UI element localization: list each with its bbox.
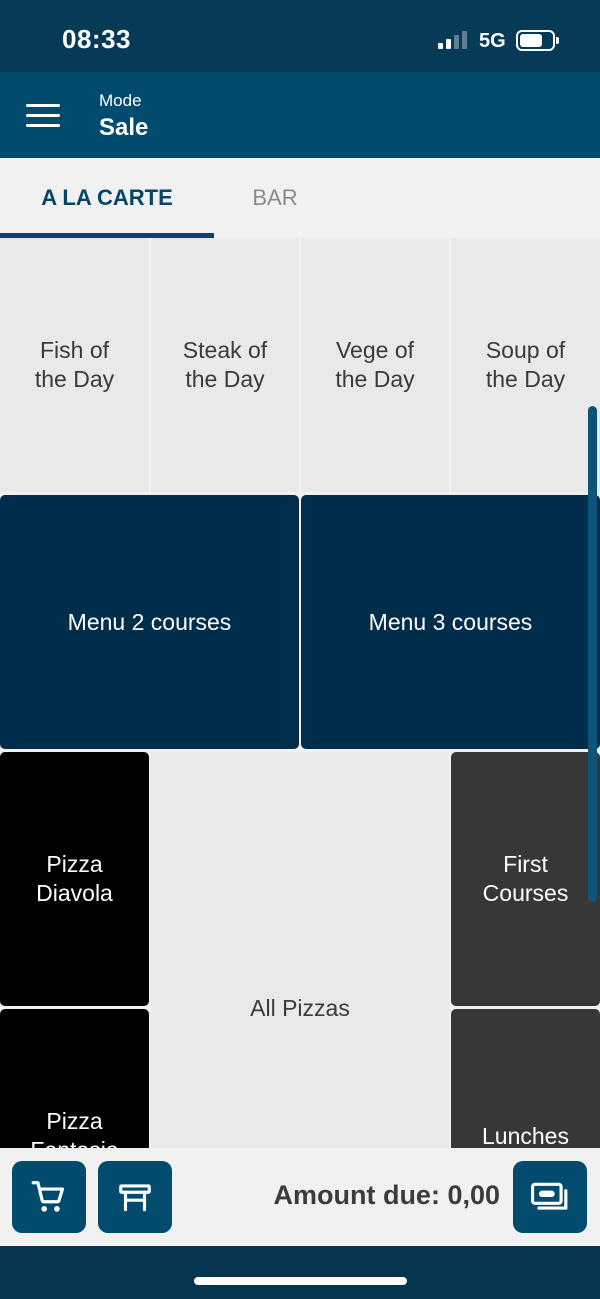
status-bar: 08:33 5G: [0, 0, 600, 72]
signal-icon: [438, 31, 468, 49]
app-header: Mode Sale: [0, 72, 600, 158]
network-type: 5G: [479, 30, 506, 52]
tile-label: Pizza Diavola: [36, 851, 113, 906]
tile-label: Menu 2 courses: [67, 608, 232, 635]
tile-menu-2-courses[interactable]: Menu 2 courses: [0, 495, 299, 749]
hamburger-icon[interactable]: [26, 104, 60, 128]
category-tabs: A LA CARTE BAR: [0, 158, 600, 238]
cart-icon: [31, 1181, 65, 1212]
tile-label: Menu 3 courses: [368, 608, 533, 635]
grid-scrollbar[interactable]: [588, 406, 597, 902]
tile-label: Soup of the Day: [485, 337, 566, 392]
cash-icon: [530, 1182, 568, 1210]
tile-lunches[interactable]: Lunches: [451, 1009, 600, 1148]
tile-menu-3-courses[interactable]: Menu 3 courses: [301, 495, 600, 749]
table-icon: [119, 1184, 151, 1212]
tile-first-courses[interactable]: First Courses: [451, 752, 600, 1006]
tile-label: Pizza Fantasia: [30, 1108, 118, 1148]
tile-pizza-diavola[interactable]: Pizza Diavola: [0, 752, 149, 1006]
tile-vege-of-the-day[interactable]: Vege of the Day: [301, 238, 449, 492]
table-button[interactable]: [98, 1161, 172, 1233]
status-time: 08:33: [62, 24, 131, 54]
amount-due: Amount due: 0,00: [273, 1180, 500, 1210]
battery-icon: [516, 30, 559, 51]
tile-all-pizzas[interactable]: All Pizzas: [151, 752, 449, 1148]
tile-label: Vege of the Day: [335, 337, 415, 392]
tile-label: First Courses: [482, 851, 569, 906]
product-grid: Fish of the Day Steak of the Day Vege of…: [0, 238, 600, 1148]
tile-fish-of-the-day[interactable]: Fish of the Day: [0, 238, 149, 492]
tile-soup-of-the-day[interactable]: Soup of the Day: [451, 238, 600, 492]
cart-button[interactable]: [12, 1161, 86, 1233]
mode-label: Mode: [99, 91, 142, 110]
tile-label: All Pizzas: [250, 994, 350, 1021]
mode-value[interactable]: Sale: [99, 114, 148, 142]
home-area: [0, 1246, 600, 1299]
tile-pizza-fantasia[interactable]: Pizza Fantasia: [0, 1009, 149, 1148]
tab-a-la-carte[interactable]: A LA CARTE: [0, 158, 214, 238]
tile-label: Lunches: [482, 1122, 569, 1149]
tile-label: Steak of the Day: [182, 337, 268, 392]
payment-button[interactable]: [513, 1161, 587, 1233]
tile-steak-of-the-day[interactable]: Steak of the Day: [151, 238, 299, 492]
bottom-bar: Amount due: 0,00: [0, 1148, 600, 1246]
tile-label: Fish of the Day: [34, 337, 115, 392]
battery-fill: [520, 34, 542, 47]
tab-bar[interactable]: BAR: [214, 158, 336, 238]
home-indicator[interactable]: [194, 1277, 407, 1285]
